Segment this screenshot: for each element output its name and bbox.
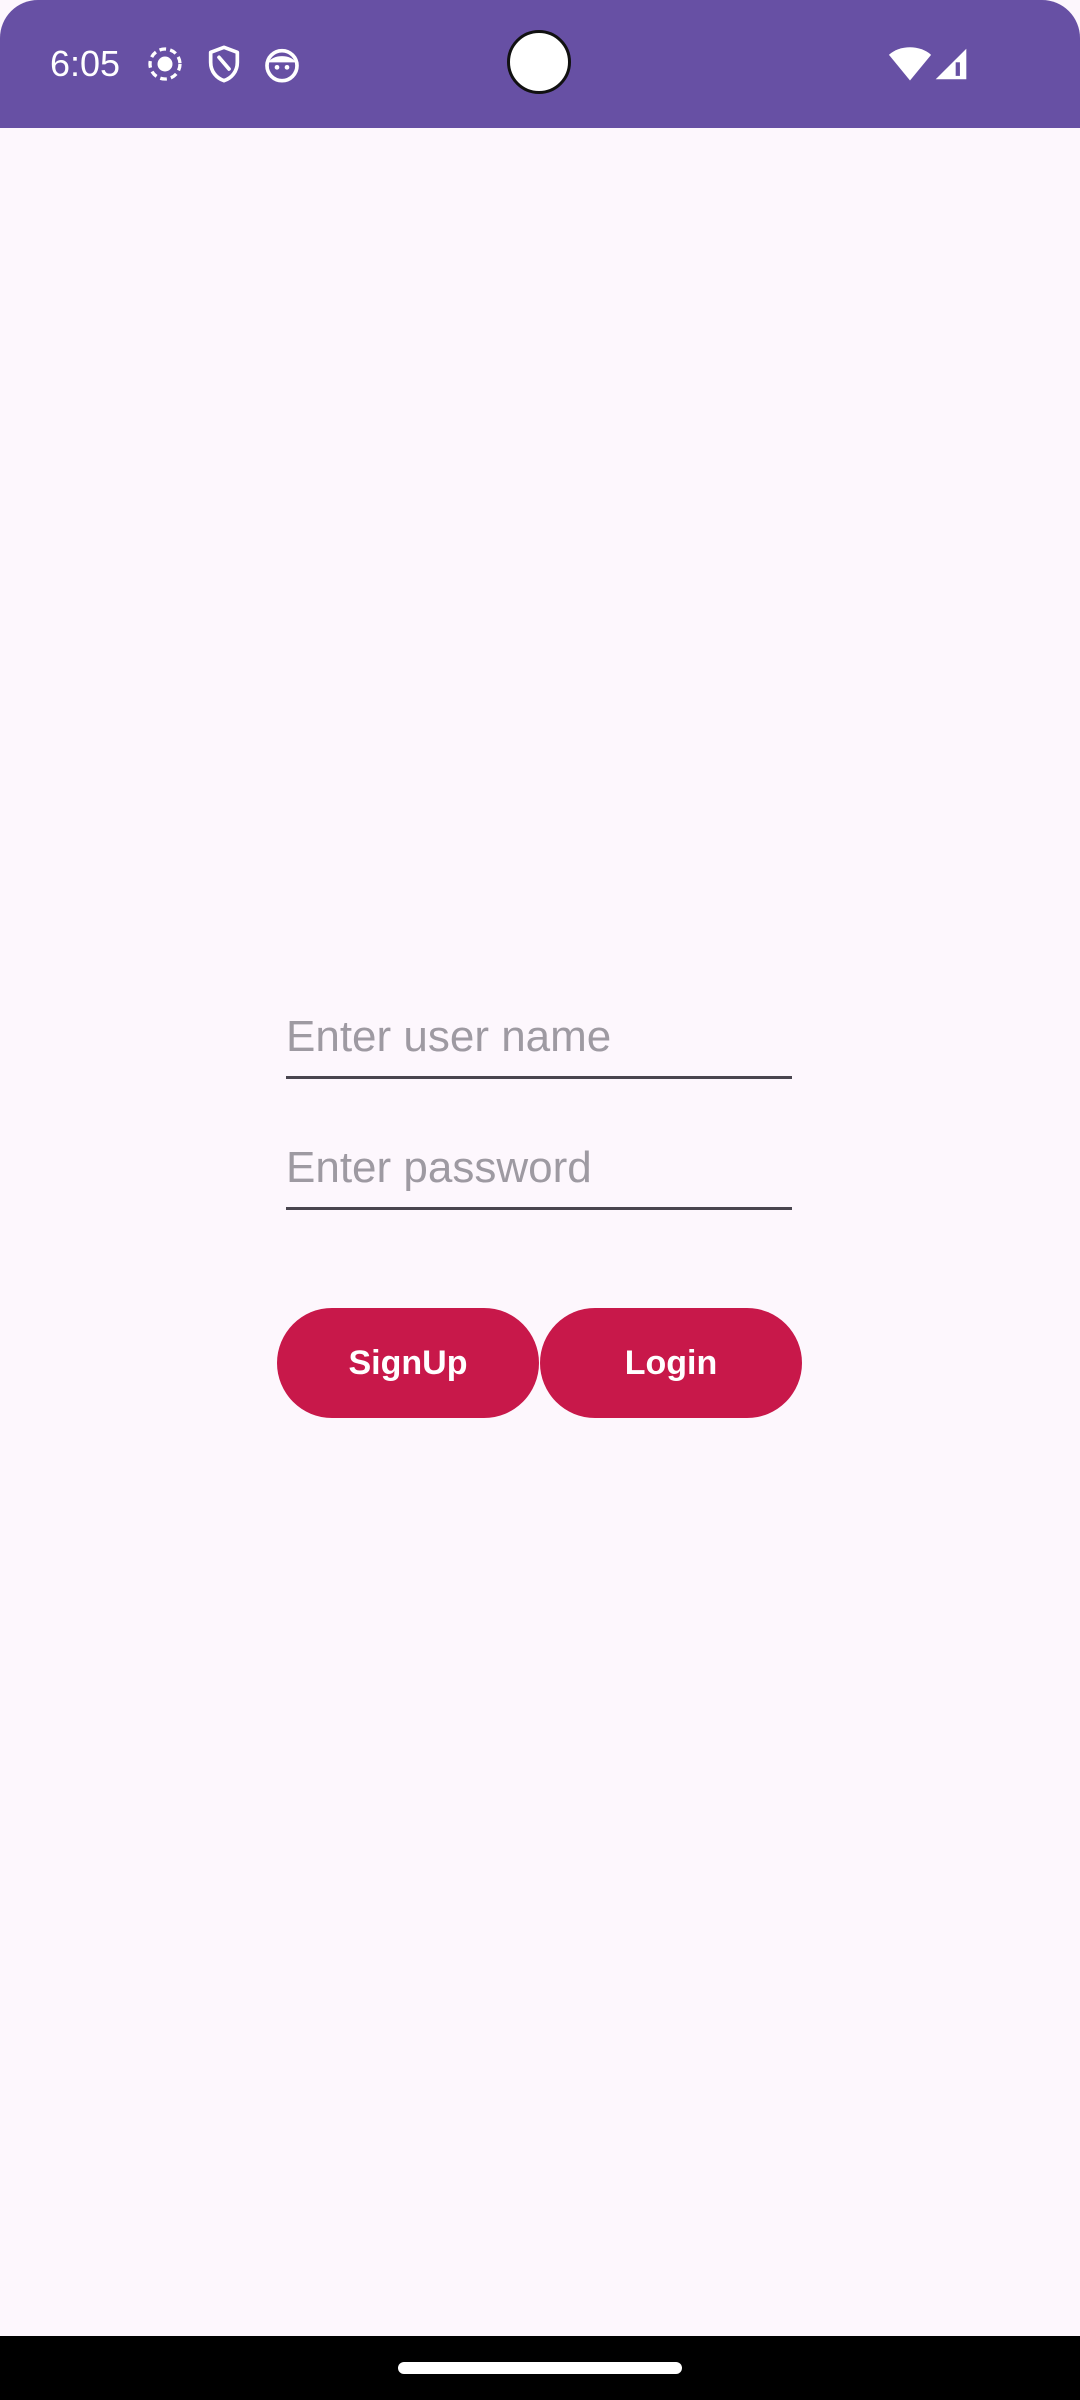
screen-record-icon [148,47,182,81]
password-field[interactable] [286,1128,792,1210]
signal-icon [935,48,967,80]
android-face-icon [265,48,299,83]
status-bar: 6:05 [0,0,1080,128]
signup-button[interactable]: SignUp [277,1308,539,1418]
shield-icon [208,45,240,83]
wifi-icon [888,47,932,81]
password-input[interactable] [286,1143,792,1193]
home-gesture-handle[interactable] [398,2362,682,2374]
navigation-bar [0,2336,1080,2400]
login-button[interactable]: Login [540,1308,802,1418]
camera-cutout [507,30,571,94]
username-input[interactable] [286,1012,792,1062]
status-time: 6:05 [50,43,121,84]
username-field[interactable] [286,997,792,1079]
